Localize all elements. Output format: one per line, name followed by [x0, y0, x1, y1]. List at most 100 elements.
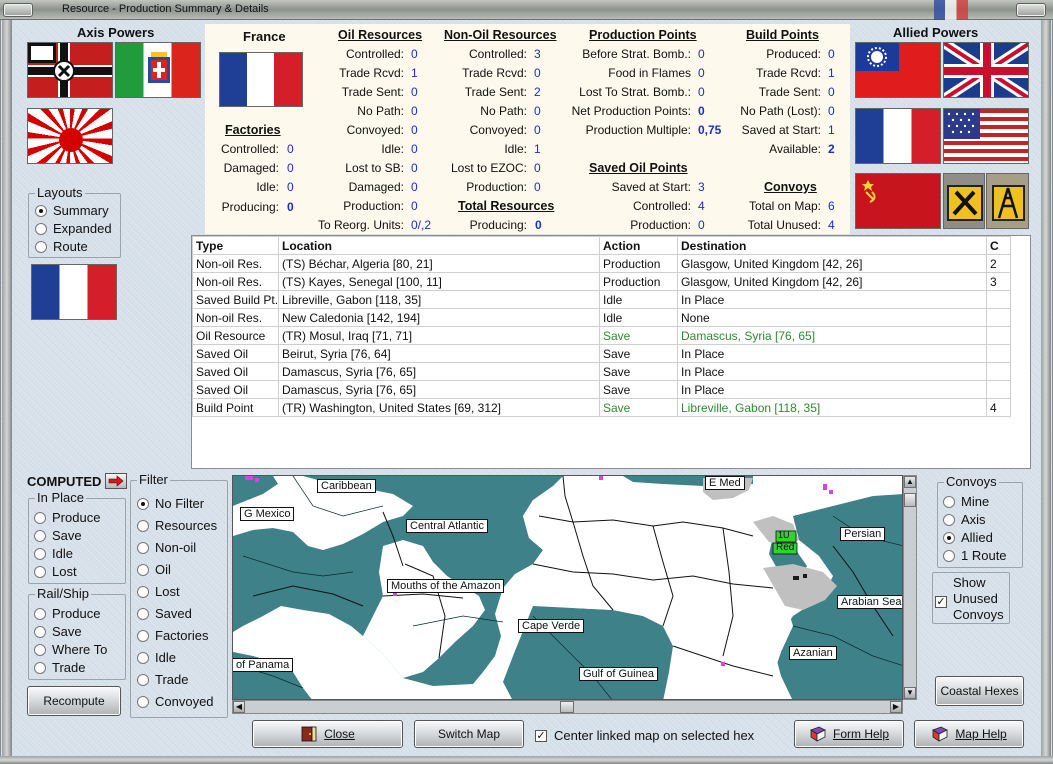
table-cell-c: [986, 362, 1011, 381]
table-cell-destination: Glasgow, United Kingdom [42, 26]: [677, 254, 987, 273]
mining-icon[interactable]: [943, 173, 985, 229]
uk-flag-icon[interactable]: [943, 42, 1029, 98]
france-flag-icon: [934, 0, 968, 20]
layout-expanded-radio[interactable]: Expanded: [35, 221, 112, 236]
convoy-allied-radio[interactable]: Allied: [943, 530, 993, 545]
vertical-scroll-thumb[interactable]: [904, 493, 916, 507]
table-cell-c: [986, 308, 1011, 327]
table-cell-location: (TS) Béchar, Algeria [80, 21]: [278, 254, 600, 273]
convoy-1-route-radio[interactable]: 1 Route: [943, 548, 1007, 563]
table-cell-location: (TS) Kayes, Senegal [100, 11]: [278, 272, 600, 291]
usa-flag-icon[interactable]: [943, 108, 1029, 164]
oil-derrick-icon[interactable]: [986, 173, 1029, 229]
convoy-axis-radio[interactable]: Axis: [943, 512, 986, 527]
close-button[interactable]: Close: [252, 720, 403, 748]
system-menu-button[interactable]: [3, 3, 33, 17]
coastal-hexes-button[interactable]: Coastal Hexes: [935, 676, 1024, 706]
filter-convoyed-radio[interactable]: Convoyed: [137, 694, 214, 709]
rail-ship-save-radio[interactable]: Save: [34, 624, 82, 639]
in-place-lost-radio[interactable]: Lost: [34, 564, 77, 579]
country-flag-icon: [219, 52, 303, 107]
convoy-mine-radio[interactable]: Mine: [943, 494, 989, 509]
china-flag-icon[interactable]: [855, 42, 941, 98]
column-header-location[interactable]: Location: [278, 236, 600, 255]
map-help-button[interactable]: Map Help: [914, 720, 1024, 748]
oil-label-6: Lost to SB:: [345, 161, 404, 175]
filter-no-filter-radio[interactable]: No Filter: [137, 496, 204, 511]
table-row[interactable]: Saved Oil Damascus, Syria [76, 65] Save In …: [192, 362, 1011, 381]
filter-idle-radio[interactable]: Idle: [137, 650, 176, 665]
filter-factories-radio[interactable]: Factories: [137, 628, 208, 643]
map-vertical-scrollbar[interactable]: ▲ ▼: [903, 475, 917, 700]
filter-lost-radio[interactable]: Lost: [137, 584, 180, 599]
center-linked-map-option[interactable]: ✓ Center linked map on selected hex: [535, 728, 754, 743]
form-help-button[interactable]: Form Help: [794, 720, 904, 748]
table-cell-c: 4: [986, 398, 1011, 417]
table-body: Non-oil Res. (TS) Béchar, Algeria [80, 21…: [192, 254, 1011, 417]
germany-flag-icon[interactable]: [27, 42, 113, 98]
scroll-right-icon[interactable]: ▶: [890, 701, 902, 713]
show-unused-label[interactable]: Show Unused Convoys: [953, 575, 1004, 623]
column-header-destination[interactable]: Destination: [677, 236, 987, 255]
filter-oil-radio[interactable]: Oil: [137, 562, 171, 577]
filter-saved-radio[interactable]: Saved: [137, 606, 192, 621]
oil-value-3: 0: [411, 104, 418, 118]
table-row[interactable]: Saved Build Pt. Libreville, Gabon [118, 3…: [192, 290, 1011, 309]
italy-flag-icon[interactable]: [115, 42, 201, 98]
table-row[interactable]: Saved Oil Damascus, Syria [76, 65] Save In …: [192, 380, 1011, 399]
column-header-type[interactable]: Type: [192, 236, 279, 255]
table-row[interactable]: Saved Oil Beirut, Syria [76, 64] Save In Pl…: [192, 344, 1011, 363]
table-row[interactable]: Oil Resource (TR) Mosul, Iraq [71, 71] Sav…: [192, 326, 1011, 345]
filter-resources-radio[interactable]: Resources: [137, 518, 217, 533]
in-place-produce-radio[interactable]: Produce: [34, 510, 100, 525]
nonoil-value-5: 1: [534, 142, 541, 156]
bp-value-2: 0: [828, 85, 835, 99]
window-border-bottom: [0, 756, 1053, 764]
map-view[interactable]: Caribbean E Med G Mexico Central Atlanti…: [232, 475, 903, 700]
center-linked-map-checkbox[interactable]: ✓: [535, 729, 547, 742]
scroll-left-icon[interactable]: ◀: [233, 701, 245, 713]
scroll-down-icon[interactable]: ▼: [904, 687, 916, 699]
layout-summary-radio[interactable]: Summary: [35, 203, 109, 218]
show-unused-checkbox[interactable]: ✓: [935, 593, 947, 608]
japan-flag-icon[interactable]: [27, 108, 113, 164]
map-marker-1u[interactable]: 1U: [778, 530, 790, 541]
rail-ship-trade-radio[interactable]: Trade: [34, 660, 85, 675]
computed-arrow-button[interactable]: [105, 473, 127, 489]
table-row[interactable]: Non-oil Res. (TS) Béchar, Algeria [80, 21…: [192, 254, 1011, 273]
map-label-persian: Persian: [840, 527, 886, 541]
table-cell-type: Saved Oil: [192, 362, 279, 381]
table-cell-type: Non-oil Res.: [192, 272, 279, 291]
so-label-1: Controlled:: [632, 199, 691, 213]
table-cell-type: Non-oil Res.: [192, 308, 279, 327]
filter-non-oil-radio[interactable]: Non-oil: [137, 540, 196, 555]
column-header-c[interactable]: C: [986, 236, 1011, 255]
title-bar[interactable]: Resource - Production Summary & Details: [0, 0, 1053, 20]
map-marker-red[interactable]: Red: [776, 542, 794, 553]
window-close-button[interactable]: [1016, 3, 1046, 17]
layout-route-radio[interactable]: Route: [35, 239, 88, 254]
column-header-action[interactable]: Action: [599, 236, 678, 255]
rail-ship-where-to-radio[interactable]: Where To: [34, 642, 107, 657]
table-row[interactable]: Non-oil Res. (TS) Kayes, Senegal [100, 11…: [192, 272, 1011, 291]
nonoil-label-5: Idle:: [504, 142, 527, 156]
table-cell-action: Save: [599, 326, 678, 345]
rail-ship-produce-radio[interactable]: Produce: [34, 606, 100, 621]
resource-table[interactable]: Type Location Action Destination C Non-o…: [191, 235, 1031, 469]
axis-powers-title: Axis Powers: [77, 25, 155, 40]
table-cell-location: (TR) Washington, United States [69, 312]: [278, 398, 600, 417]
in-place-save-radio[interactable]: Save: [34, 528, 82, 543]
switch-map-button[interactable]: Switch Map: [414, 720, 524, 748]
table-row[interactable]: Non-oil Res. New Caledonia [142, 194] Idle…: [192, 308, 1011, 327]
horizontal-scroll-thumb[interactable]: [560, 701, 574, 713]
filter-trade-radio[interactable]: Trade: [137, 672, 188, 687]
ussr-flag-icon[interactable]: [855, 173, 941, 229]
nonoil-label-2: Trade Sent:: [464, 85, 527, 99]
france-allied-flag-icon[interactable]: [855, 108, 941, 164]
in-place-idle-radio[interactable]: Idle: [34, 546, 73, 561]
nonoil-value-7: 0: [534, 180, 541, 194]
scroll-up-icon[interactable]: ▲: [904, 476, 916, 488]
map-horizontal-scrollbar[interactable]: ◀ ▶: [232, 700, 903, 714]
table-row[interactable]: Build Point (TR) Washington, United State…: [192, 398, 1011, 417]
recompute-button[interactable]: Recompute: [27, 686, 121, 716]
